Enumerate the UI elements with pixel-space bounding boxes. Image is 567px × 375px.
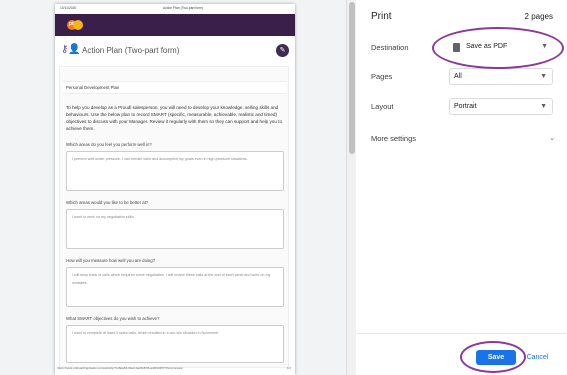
- question-label: How will you measure how well you are do…: [66, 258, 156, 263]
- answer-field: I will keep track of calls which require…: [66, 267, 284, 307]
- file-icon: [453, 43, 460, 52]
- edit-icon: ✎: [276, 44, 289, 57]
- question-label: Which areas do you feel you perform well…: [66, 142, 152, 147]
- print-title: Print: [371, 11, 392, 22]
- layout-label: Layout: [371, 102, 394, 111]
- section-title: Personal Development Plan: [63, 81, 287, 94]
- chevron-down-icon: ⌄: [549, 135, 555, 142]
- answer-field: I want to work on my negotiation skills.: [66, 209, 284, 249]
- save-button[interactable]: Save: [476, 350, 516, 365]
- cancel-button[interactable]: Cancel: [521, 350, 554, 365]
- more-settings-label: More settings: [371, 134, 417, 143]
- intro-text: To help you develop as a Proudl salesper…: [66, 105, 283, 132]
- preview-scrollbar[interactable]: [346, 0, 356, 375]
- chevron-down-icon: ▼: [541, 43, 548, 50]
- key-user-icon: ⚷👤: [61, 44, 81, 55]
- form-area: Personal Development Plan To help you de…: [59, 66, 289, 368]
- pages-count: 2 pages: [524, 12, 553, 21]
- header-title: Action Plan (Two-part form): [163, 6, 204, 10]
- footer-page-number: 1/2: [286, 366, 291, 370]
- print-settings-panel: Print 2 pages Destination Save as PDF ▼ …: [357, 0, 567, 375]
- pages-label: Pages: [371, 72, 393, 81]
- question-label: Which areas would you like to be better …: [66, 200, 149, 205]
- page-title: Action Plan (Two-part form): [82, 46, 180, 55]
- chevron-down-icon: ▼: [540, 73, 547, 80]
- company-logo: pt: [67, 18, 83, 32]
- more-settings-toggle[interactable]: More settings ⌄: [371, 134, 555, 146]
- chevron-down-icon: ▼: [540, 103, 547, 110]
- pages-select[interactable]: All ▼: [449, 68, 553, 85]
- divider: [357, 333, 567, 334]
- scrollbar-thumb[interactable]: [349, 2, 355, 154]
- footer-url: https://tests.onboarding4sales.com/activ…: [57, 366, 183, 370]
- print-preview-area: 10/11/2020 Action Plan (Two-part form) p…: [0, 0, 346, 375]
- destination-label: Destination: [371, 43, 409, 52]
- page-title-row: ⚷👤 Action Plan (Two-part form) ✎: [55, 40, 295, 62]
- question-label: What SMART objectives do you wish to ach…: [66, 316, 160, 321]
- layout-select[interactable]: Portrait ▼: [449, 98, 553, 115]
- brand-banner: pt: [55, 14, 295, 36]
- destination-select[interactable]: Save as PDF ▼: [449, 39, 553, 56]
- header-date: 10/11/2020: [60, 6, 77, 10]
- preview-page: 10/11/2020 Action Plan (Two-part form) p…: [55, 4, 295, 375]
- answer-field: I want to complete at least 3 sales call…: [66, 325, 284, 363]
- answer-field: I perform well under pressure. I can rem…: [66, 151, 284, 191]
